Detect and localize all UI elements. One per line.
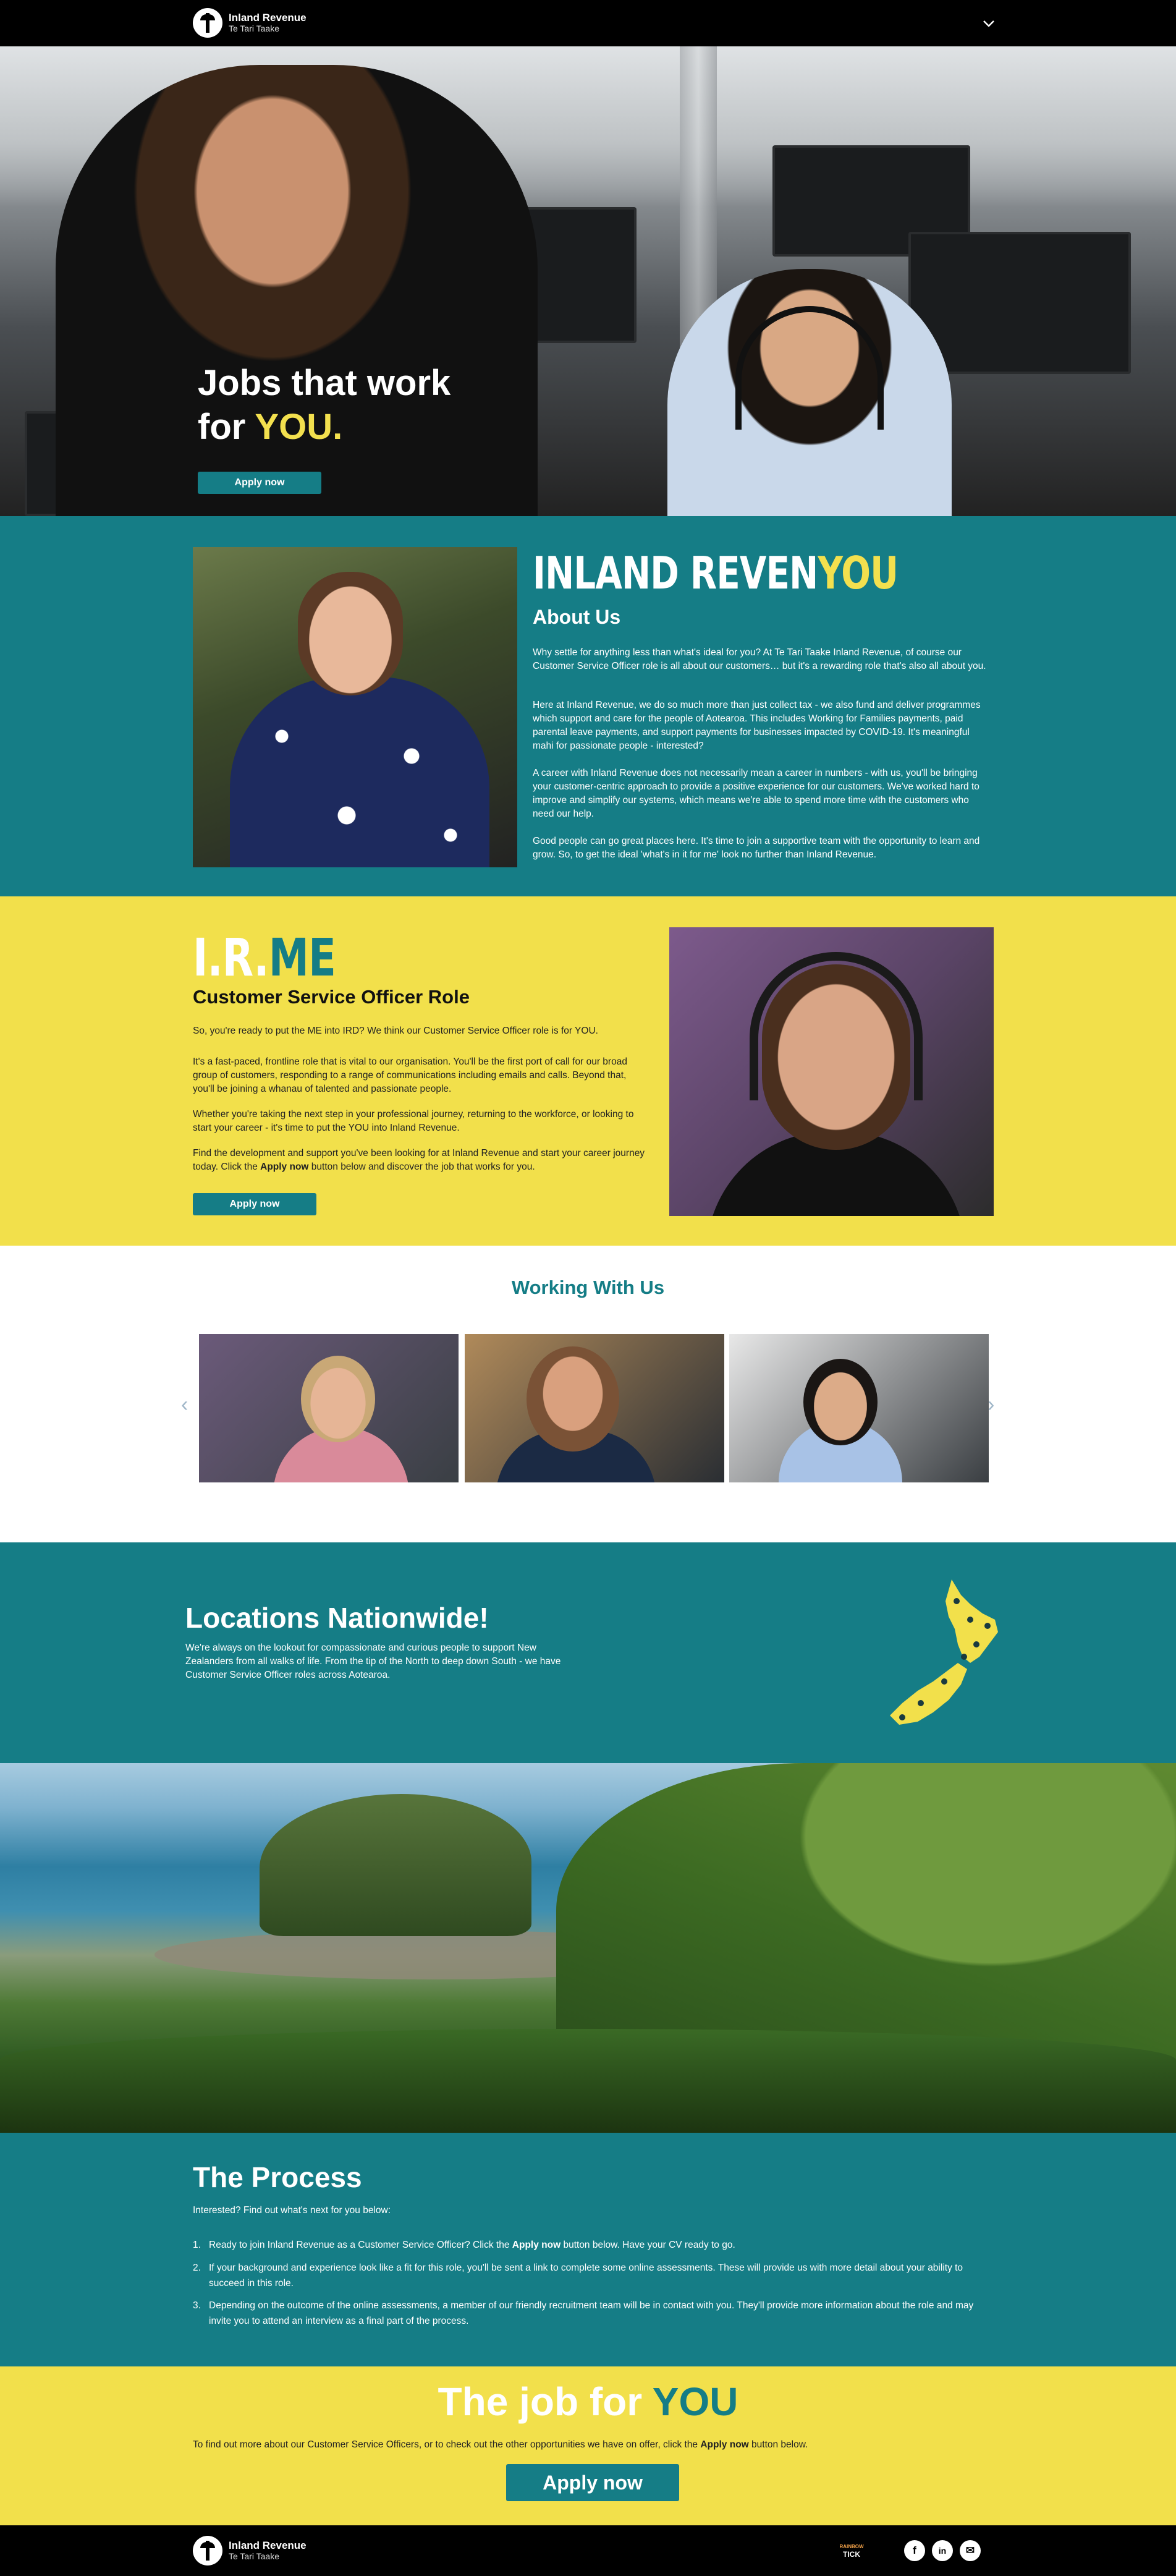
role-paragraph-2: It's a fast-paced, frontline role that i… xyxy=(193,1056,627,1094)
site-footer: Inland Revenue Te Tari Taake RAINBOW TIC… xyxy=(0,2525,1176,2576)
hero-title: Jobs that work for YOU. xyxy=(198,362,451,449)
ird-logo-icon xyxy=(193,2536,222,2565)
role-p4-text-end: button below and discover the job that w… xyxy=(308,1162,535,1172)
about-paragraph-3: A career with Inland Revenue does not ne… xyxy=(533,768,979,819)
role-apply-button[interactable]: Apply now xyxy=(193,1193,316,1215)
logo-name: Inland Revenue xyxy=(229,2539,307,2551)
site-header: Inland Revenue Te Tari Taake xyxy=(0,0,1176,46)
job-for-you-section: The job for YOU To find out more about o… xyxy=(0,2366,1176,2525)
hero-monitor xyxy=(908,232,1131,374)
headset-icon xyxy=(750,952,923,1100)
process-section: The Process Interested? Find out what's … xyxy=(0,2133,1176,2366)
about-photo-man xyxy=(193,547,517,867)
linkedin-icon[interactable]: in xyxy=(932,2540,953,2561)
step-number: 3. xyxy=(193,2300,201,2311)
landscape-rock xyxy=(260,1794,531,1936)
paragraph-text: To find out more about our Customer Serv… xyxy=(193,2439,701,2450)
process-intro: Interested? Find out what's next for you… xyxy=(193,2205,391,2216)
hero-banner: Jobs that work for YOU. Apply now xyxy=(0,46,1176,516)
locations-heading: Locations Nationwide! xyxy=(185,1602,489,1634)
job-for-you-paragraph: To find out more about our Customer Serv… xyxy=(193,2439,808,2451)
carousel-slide-3[interactable] xyxy=(729,1334,989,1482)
photo-shirt xyxy=(230,677,489,867)
photo-face xyxy=(803,1359,878,1445)
step-text: Depending on the outcome of the online a… xyxy=(209,2300,974,2327)
about-paragraph-1: Why settle for anything less than what's… xyxy=(533,647,986,671)
process-heading: The Process xyxy=(193,2161,362,2193)
heading-you: YOU xyxy=(652,2379,738,2424)
about-paragraph-4: Good people can go great places here. It… xyxy=(533,836,980,860)
logo-subname: Te Tari Taake xyxy=(229,2551,279,2561)
rainbow-tick-badge: RAINBOW TICK xyxy=(834,2543,869,2559)
footer-logo[interactable]: Inland Revenue Te Tari Taake xyxy=(193,2536,307,2565)
logo-subname: Te Tari Taake xyxy=(229,23,279,33)
step-text-end: button below. Have your CV ready to go. xyxy=(561,2240,735,2250)
about-paragraph-2: Here at Inland Revenue, we do so much mo… xyxy=(533,700,981,751)
role-paragraph-1: So, you're ready to put the ME into IRD?… xyxy=(193,1026,598,1036)
facebook-icon[interactable]: f xyxy=(904,2540,925,2561)
landscape-photo xyxy=(0,1763,1176,2133)
process-step: 3. Depending on the outcome of the online… xyxy=(193,2298,996,2329)
locations-paragraph: We're always on the lookout for compassi… xyxy=(185,1643,561,1680)
about-heading: About Us xyxy=(533,606,621,628)
chevron-left-icon[interactable]: ‹ xyxy=(181,1393,188,1417)
landscape-foreground xyxy=(0,2029,1176,2133)
role-paragraph-4: Find the development and support you've … xyxy=(193,1147,650,1174)
chevron-down-icon[interactable] xyxy=(979,14,998,32)
badge-line2: TICK xyxy=(843,2550,860,2559)
step-number: 1. xyxy=(193,2240,201,2250)
ird-logo-icon xyxy=(193,8,222,38)
ird-logo[interactable]: Inland Revenue Te Tari Taake xyxy=(193,8,307,38)
locations-section: Locations Nationwide! We're always on th… xyxy=(0,1542,1176,1763)
paragraph-text-end: button below. xyxy=(748,2439,808,2450)
step-text: Ready to join Inland Revenue as a Custom… xyxy=(209,2240,512,2250)
heading-text: The job for xyxy=(438,2379,653,2424)
working-heading: Working With Us xyxy=(511,1277,665,1298)
brand-main: INLAND REVEN xyxy=(533,547,818,599)
irme-heading: I.R.ME xyxy=(193,927,336,988)
hero-title-you: YOU. xyxy=(255,406,343,447)
photo-face xyxy=(527,1346,619,1452)
hero-title-for: for xyxy=(198,406,255,447)
photo-face xyxy=(298,572,403,695)
step-bold: Apply now xyxy=(512,2240,561,2250)
email-icon[interactable]: ✉ xyxy=(960,2540,981,2561)
process-step: 1. Ready to join Inland Revenue as a Cust… xyxy=(193,2238,996,2253)
role-paragraph-3: Whether you're taking the next step in y… xyxy=(193,1109,634,1133)
about-section: INLAND REVENYOU About Us Why settle for … xyxy=(0,516,1176,896)
brand-ir: I.R. xyxy=(193,927,269,988)
hero-apply-button[interactable]: Apply now xyxy=(198,472,321,494)
job-for-you-heading: The job for YOU xyxy=(0,2379,1176,2425)
logo-name: Inland Revenue xyxy=(229,11,307,23)
brand-you: YOU xyxy=(818,547,899,599)
process-steps: 1. Ready to join Inland Revenue as a Cust… xyxy=(193,2238,996,2337)
process-step: 2. If your background and experience look… xyxy=(193,2261,996,2292)
role-section: I.R.ME Customer Service Officer Role So,… xyxy=(0,896,1176,1246)
step-number: 2. xyxy=(193,2262,201,2273)
carousel-slide-1[interactable] xyxy=(199,1334,459,1482)
step-text: If your background and experience look l… xyxy=(209,2262,963,2289)
role-p4-bold: Apply now xyxy=(260,1162,309,1172)
inland-revenyou-heading: INLAND REVENYOU xyxy=(533,547,899,599)
role-heading: Customer Service Officer Role xyxy=(193,986,470,1008)
role-photo-woman-headset xyxy=(669,927,994,1216)
main-apply-button[interactable]: Apply now xyxy=(506,2464,679,2501)
nz-map-icon xyxy=(890,1579,998,1725)
hero-title-line1: Jobs that work xyxy=(198,363,451,403)
brand-me: ME xyxy=(268,927,336,988)
carousel-slide-2[interactable] xyxy=(465,1334,724,1482)
paragraph-bold: Apply now xyxy=(700,2439,749,2450)
working-section: Working With Us ‹ › xyxy=(0,1246,1176,1542)
photo-face xyxy=(301,1356,375,1442)
